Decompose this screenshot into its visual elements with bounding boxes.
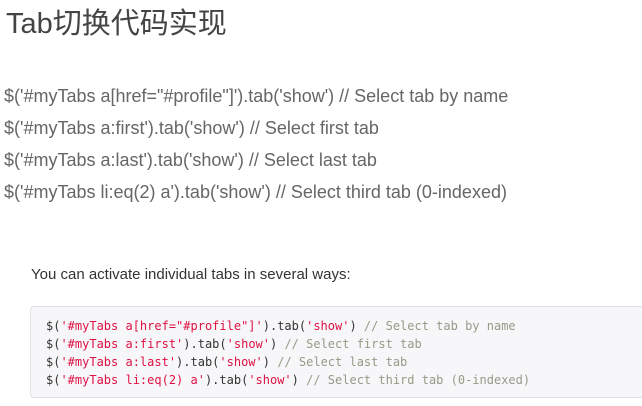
- code-token-selector: '#myTabs a[href="#profile"]': [60, 319, 263, 333]
- code-token-call: ).tab(: [176, 355, 220, 369]
- code-line: $('#myTabs li:eq(2) a').tab('show') // S…: [4, 182, 507, 202]
- code-token-comment: // Select third tab (0-indexed): [306, 373, 531, 387]
- code-token-selector: '#myTabs a:first': [60, 337, 184, 351]
- page-title: Tab切换代码实现: [6, 8, 227, 40]
- code-token-prefix: $(: [46, 337, 61, 351]
- code-token-selector: '#myTabs a:last': [60, 355, 177, 369]
- code-row: $('#myTabs li:eq(2) a').tab('show') // S…: [46, 371, 642, 389]
- code-token-prefix: $(: [46, 319, 61, 333]
- code-token-prefix: $(: [46, 355, 61, 369]
- code-row: $('#myTabs a:last').tab('show') // Selec…: [46, 353, 642, 371]
- code-token-close: ): [291, 373, 307, 387]
- code-token-close: ): [262, 355, 278, 369]
- code-token-comment: // Select last tab: [277, 355, 408, 369]
- code-token-close: ): [349, 319, 364, 333]
- code-line: $('#myTabs a:first').tab('show') // Sele…: [4, 118, 379, 138]
- code-token-arg: 'show': [226, 337, 270, 351]
- code-token-arg: 'show': [248, 373, 292, 387]
- code-token-prefix: $(: [46, 373, 61, 387]
- code-block[interactable]: $('#myTabs a[href="#profile"]').tab('sho…: [30, 306, 642, 398]
- code-line: $('#myTabs a[href="#profile"]').tab('sho…: [4, 86, 509, 106]
- code-token-comment: // Select tab by name: [363, 319, 516, 333]
- code-token-arg: 'show': [306, 319, 350, 333]
- code-token-call: ).tab(: [183, 337, 227, 351]
- intro-text: You can activate individual tabs in seve…: [31, 266, 351, 283]
- code-token-close: ): [270, 337, 285, 351]
- code-token-comment: // Select first tab: [284, 337, 422, 351]
- code-row: $('#myTabs a[href="#profile"]').tab('sho…: [46, 317, 642, 335]
- code-token-selector: '#myTabs li:eq(2) a': [60, 373, 205, 387]
- code-row: $('#myTabs a:first').tab('show') // Sele…: [46, 335, 642, 353]
- code-token-call: ).tab(: [262, 319, 307, 333]
- code-line: $('#myTabs a:last').tab('show') // Selec…: [4, 150, 377, 170]
- code-line-list: $('#myTabs a[href="#profile"]').tab('sho…: [4, 80, 508, 208]
- code-token-call: ).tab(: [204, 373, 249, 387]
- code-token-arg: 'show': [219, 355, 263, 369]
